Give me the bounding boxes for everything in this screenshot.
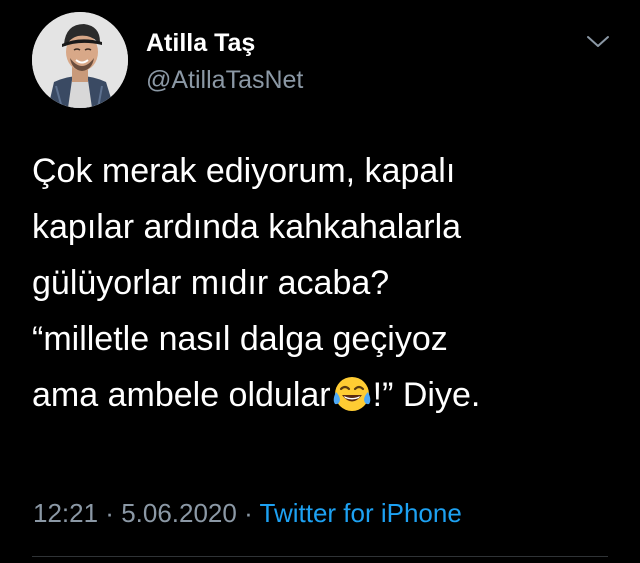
tweet-line: “milletle nasıl dalga geçiyoz <box>32 320 448 358</box>
tweet-source-link[interactable]: Twitter for iPhone <box>260 498 462 528</box>
meta-separator: · <box>98 498 122 528</box>
avatar-photo-icon <box>32 12 128 108</box>
tweet-card: Atilla Taş @AtillaTasNet Çok merak ediyo… <box>0 0 640 563</box>
tweet-metadata: 12:21 · 5.06.2020 · Twitter for iPhone <box>33 496 462 530</box>
user-handle[interactable]: @AtillaTasNet <box>146 65 303 95</box>
tweet-line: Çok merak ediyorum, kapalı <box>32 152 456 190</box>
tweet-date[interactable]: 5.06.2020 <box>121 498 237 528</box>
tweet-text-segment: ama ambele oldular <box>32 376 331 414</box>
tweet-line-last: ama ambele oldular !” Diye. <box>32 367 622 423</box>
tears-of-joy-emoji-icon <box>333 377 370 411</box>
tweet-line: kapılar ardında kahkahalarla <box>32 208 462 246</box>
chevron-down-icon <box>587 36 609 47</box>
tweet-text-segment: !” Diye. <box>372 376 481 414</box>
divider <box>32 556 608 557</box>
tweet-menu-button[interactable] <box>584 32 612 52</box>
display-name[interactable]: Atilla Taş <box>146 28 255 58</box>
tweet-time[interactable]: 12:21 <box>33 498 98 528</box>
meta-separator: · <box>236 498 260 528</box>
tweet-text: Çok merak ediyorum, kapalı kapılar ardın… <box>32 143 622 423</box>
tweet-line: gülüyorlar mıdır acaba? <box>32 264 390 302</box>
avatar[interactable] <box>32 12 128 108</box>
